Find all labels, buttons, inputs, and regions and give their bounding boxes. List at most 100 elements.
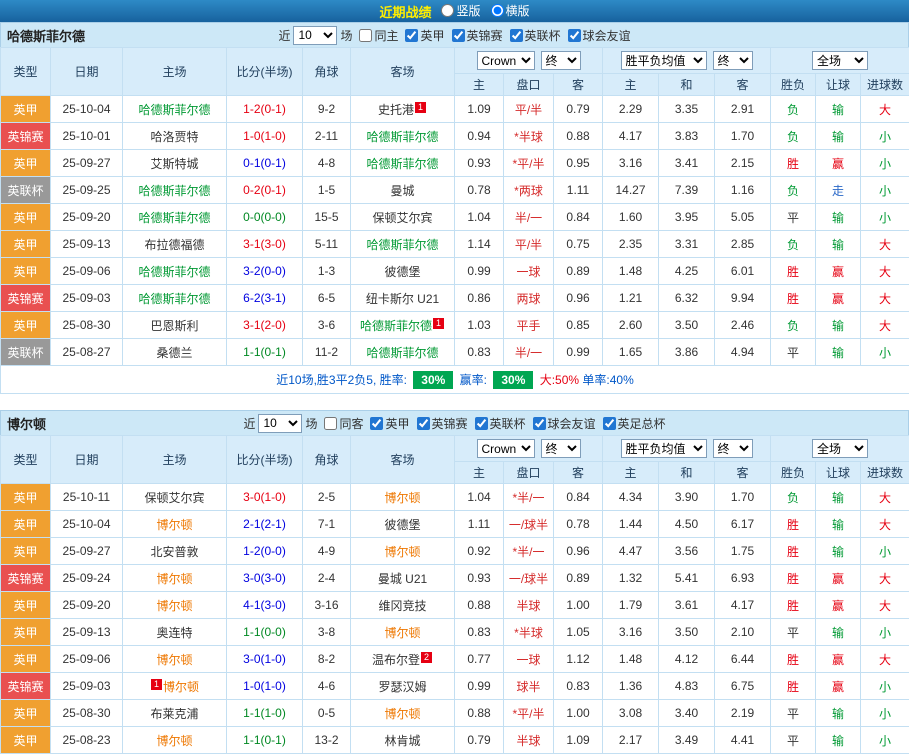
team-link[interactable]: 维冈竞技: [378, 599, 426, 613]
away-team-cell[interactable]: 哈德斯菲尔德: [351, 231, 455, 258]
team-link[interactable]: 哈德斯菲尔德: [366, 346, 438, 360]
score-cell[interactable]: 0-0(0-0): [227, 204, 303, 231]
team-link[interactable]: 哈德斯菲尔德: [138, 265, 210, 279]
odds-time-select[interactable]: 终: [541, 439, 581, 458]
europe-odds-select[interactable]: 胜平负均值: [621, 51, 707, 70]
layout-option-竖版[interactable]: 竖版: [441, 2, 480, 19]
score-cell[interactable]: 1-1(0-0): [227, 619, 303, 646]
filter-checkbox-同主[interactable]: 同主: [359, 27, 398, 44]
team-link[interactable]: 布莱克浦: [150, 707, 198, 721]
team-link[interactable]: 温布尔登: [372, 653, 420, 667]
team-link[interactable]: 博尔顿: [384, 626, 420, 640]
score-cell[interactable]: 1-1(0-1): [227, 727, 303, 754]
score-cell[interactable]: 1-2(0-0): [227, 538, 303, 565]
team-link[interactable]: 彼德堡: [384, 518, 420, 532]
away-team-cell[interactable]: 纽卡斯尔 U21: [351, 285, 455, 312]
score-cell[interactable]: 6-2(3-1): [227, 285, 303, 312]
team-link[interactable]: 保顿艾尔宾: [144, 491, 204, 505]
away-team-cell[interactable]: 哈德斯菲尔德: [351, 123, 455, 150]
home-team-cell[interactable]: 哈德斯菲尔德: [123, 285, 227, 312]
filter-checkbox-英锦赛[interactable]: 英锦赛: [452, 27, 503, 44]
layout-radio-icon[interactable]: [491, 4, 504, 17]
europe-odds-select[interactable]: 胜平负均值: [621, 439, 707, 458]
home-team-cell[interactable]: 博尔顿: [123, 511, 227, 538]
score-cell[interactable]: 0-2(0-1): [227, 177, 303, 204]
match-count-select[interactable]: 10: [258, 414, 302, 433]
team-link[interactable]: 博尔顿: [156, 599, 192, 613]
team-link[interactable]: 博尔顿: [156, 572, 192, 586]
team-link[interactable]: 保顿艾尔宾: [372, 211, 432, 225]
away-team-cell[interactable]: 哈德斯菲尔德: [351, 150, 455, 177]
team-link[interactable]: 哈德斯菲尔德: [138, 184, 210, 198]
checkbox-icon[interactable]: [533, 417, 546, 430]
team-link[interactable]: 哈德斯菲尔德: [366, 238, 438, 252]
odds-company-select[interactable]: Crown: [477, 51, 535, 70]
score-cell[interactable]: 3-0(3-0): [227, 565, 303, 592]
score-cell[interactable]: 3-1(3-0): [227, 231, 303, 258]
team-link[interactable]: 博尔顿: [384, 707, 420, 721]
score-cell[interactable]: 1-2(0-1): [227, 96, 303, 123]
team-link[interactable]: 哈德斯菲尔德: [366, 130, 438, 144]
filter-checkbox-英足总杯[interactable]: 英足总杯: [603, 415, 666, 432]
team-link[interactable]: 纽卡斯尔 U21: [366, 292, 439, 306]
scope-select[interactable]: 全场: [812, 51, 868, 70]
home-team-cell[interactable]: 1博尔顿: [123, 673, 227, 700]
filter-checkbox-英联杯[interactable]: 英联杯: [510, 27, 561, 44]
europe-time-select[interactable]: 终: [713, 439, 753, 458]
checkbox-icon[interactable]: [370, 417, 383, 430]
team-link[interactable]: 博尔顿: [156, 734, 192, 748]
checkbox-icon[interactable]: [475, 417, 488, 430]
score-cell[interactable]: 1-0(1-0): [227, 123, 303, 150]
home-team-cell[interactable]: 博尔顿: [123, 727, 227, 754]
away-team-cell[interactable]: 博尔顿: [351, 538, 455, 565]
away-team-cell[interactable]: 博尔顿: [351, 619, 455, 646]
filter-checkbox-同客[interactable]: 同客: [324, 415, 363, 432]
score-cell[interactable]: 1-1(1-0): [227, 700, 303, 727]
home-team-cell[interactable]: 布拉德福德: [123, 231, 227, 258]
filter-checkbox-英联杯[interactable]: 英联杯: [475, 415, 526, 432]
team-link[interactable]: 哈德斯菲尔德: [138, 211, 210, 225]
away-team-cell[interactable]: 曼城: [351, 177, 455, 204]
checkbox-icon[interactable]: [324, 417, 337, 430]
team-link[interactable]: 博尔顿: [384, 545, 420, 559]
checkbox-icon[interactable]: [510, 29, 523, 42]
away-team-cell[interactable]: 维冈竞技: [351, 592, 455, 619]
away-team-cell[interactable]: 彼德堡: [351, 511, 455, 538]
filter-checkbox-英甲[interactable]: 英甲: [405, 27, 444, 44]
team-link[interactable]: 史托港: [378, 103, 414, 117]
team-link[interactable]: 哈德斯菲尔德: [360, 319, 432, 333]
filter-checkbox-英甲[interactable]: 英甲: [370, 415, 409, 432]
odds-company-select[interactable]: Crown: [477, 439, 535, 458]
team-link[interactable]: 艾斯特城: [150, 157, 198, 171]
home-team-cell[interactable]: 巴恩斯利: [123, 312, 227, 339]
checkbox-icon[interactable]: [568, 29, 581, 42]
team-link[interactable]: 林肯城: [384, 734, 420, 748]
team-link[interactable]: 布拉德福德: [144, 238, 204, 252]
score-cell[interactable]: 1-0(1-0): [227, 673, 303, 700]
team-link[interactable]: 哈德斯菲尔德: [366, 157, 438, 171]
checkbox-icon[interactable]: [359, 29, 372, 42]
checkbox-icon[interactable]: [603, 417, 616, 430]
team-link[interactable]: 罗瑟汉姆: [378, 680, 426, 694]
team-link[interactable]: 曼城: [390, 184, 414, 198]
team-link[interactable]: 哈洛贾特: [150, 130, 198, 144]
home-team-cell[interactable]: 奥连特: [123, 619, 227, 646]
score-cell[interactable]: 0-1(0-1): [227, 150, 303, 177]
score-cell[interactable]: 3-0(1-0): [227, 646, 303, 673]
home-team-cell[interactable]: 哈德斯菲尔德: [123, 177, 227, 204]
away-team-cell[interactable]: 哈德斯菲尔德1: [351, 312, 455, 339]
checkbox-icon[interactable]: [417, 417, 430, 430]
score-cell[interactable]: 3-2(0-0): [227, 258, 303, 285]
scope-select[interactable]: 全场: [812, 439, 868, 458]
home-team-cell[interactable]: 保顿艾尔宾: [123, 484, 227, 511]
home-team-cell[interactable]: 哈德斯菲尔德: [123, 204, 227, 231]
home-team-cell[interactable]: 北安普敦: [123, 538, 227, 565]
home-team-cell[interactable]: 布莱克浦: [123, 700, 227, 727]
team-link[interactable]: 彼德堡: [384, 265, 420, 279]
checkbox-icon[interactable]: [452, 29, 465, 42]
team-link[interactable]: 博尔顿: [384, 491, 420, 505]
filter-checkbox-球会友谊[interactable]: 球会友谊: [568, 27, 631, 44]
filter-checkbox-英锦赛[interactable]: 英锦赛: [417, 415, 468, 432]
score-cell[interactable]: 3-0(1-0): [227, 484, 303, 511]
team-link[interactable]: 巴恩斯利: [150, 319, 198, 333]
